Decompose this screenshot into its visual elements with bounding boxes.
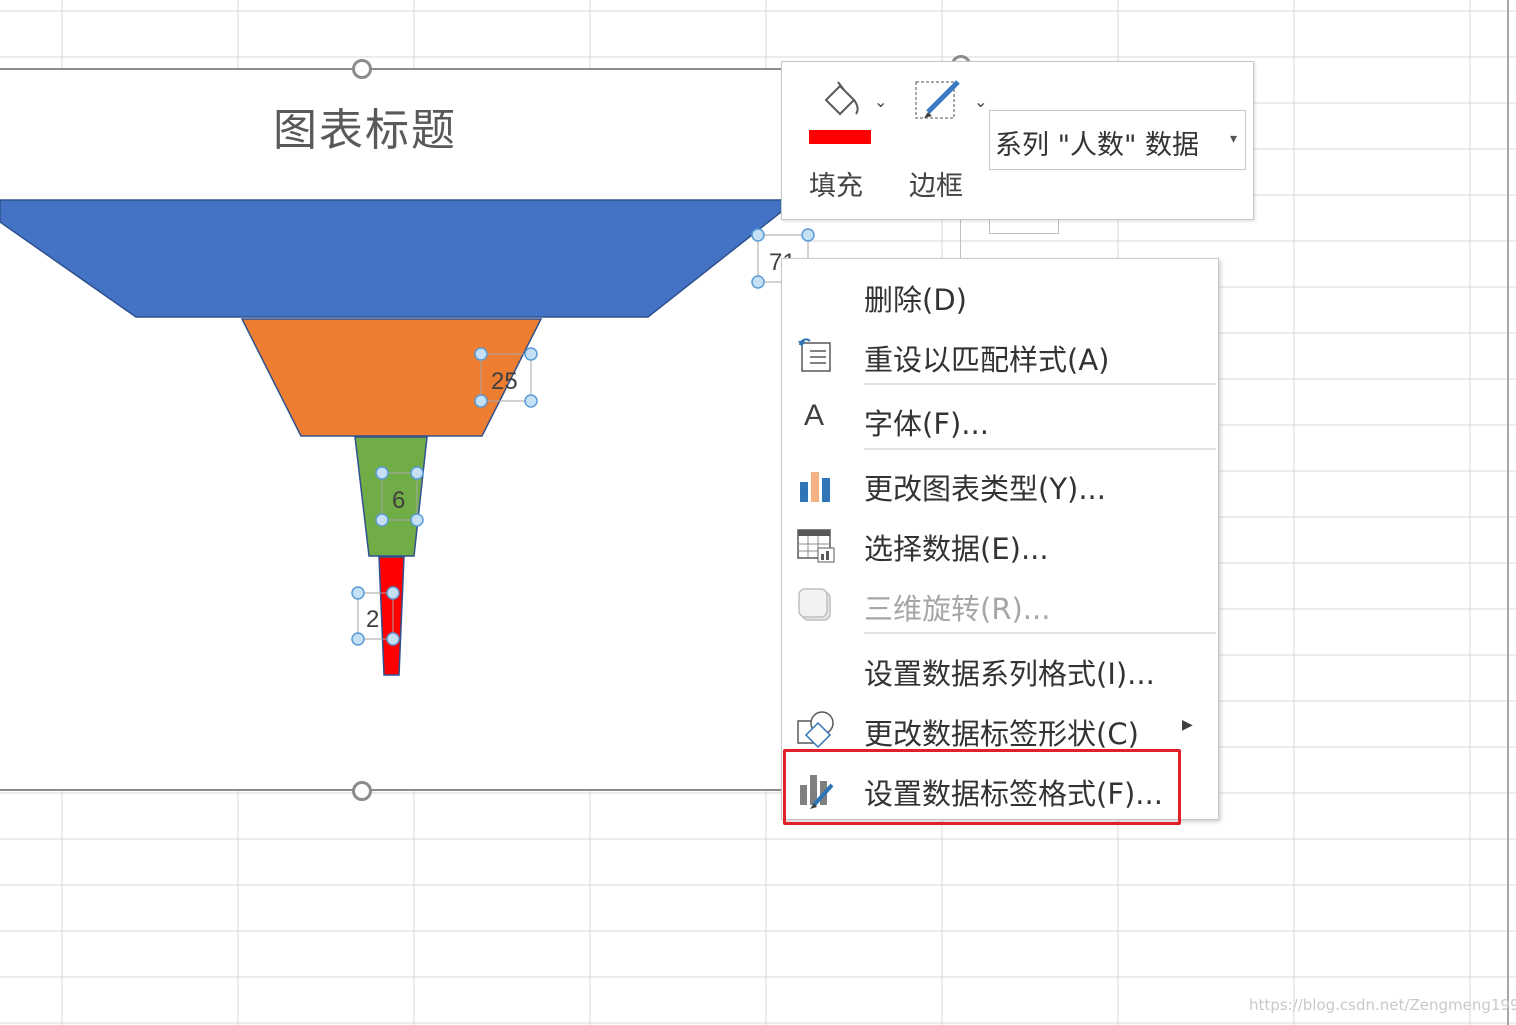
context-menu: 删除(D) 重设以匹配样式(A) A 字体(F)... 更改图表类型(Y)... <box>781 258 1219 820</box>
fill-dropdown-chevron-icon[interactable]: ⌄ <box>874 92 887 111</box>
menu-item-label: 选择数据(E)... <box>864 532 1049 566</box>
submenu-arrow-icon: ▶ <box>1182 717 1193 733</box>
data-label-box-2[interactable]: 25 <box>474 347 538 408</box>
series-selector-value: 系列 "人数" 数据 <box>995 130 1200 161</box>
watermark: https://blog.csdn.net/Zengmeng1998 <box>1249 996 1516 1014</box>
3d-rotation-icon <box>798 588 831 621</box>
data-label-3: 6 <box>392 487 405 514</box>
pen-icon <box>915 80 960 119</box>
data-label-box-4[interactable]: 2 <box>351 586 400 646</box>
paint-bucket-icon <box>824 81 859 116</box>
menu-item-select-data[interactable]: 选择数据(E)... <box>782 514 1218 572</box>
menu-item-format-data-series[interactable]: 设置数据系列格式(I)... <box>782 639 1218 697</box>
menu-item-delete[interactable]: 删除(D) <box>782 265 1218 323</box>
menu-item-label: 重设以匹配样式(A) <box>864 343 1110 377</box>
menu-separator <box>864 383 1216 385</box>
fill-color-swatch <box>809 130 871 144</box>
reset-style-icon <box>798 338 831 372</box>
menu-item-reset-style[interactable]: 重设以匹配样式(A) <box>782 325 1218 383</box>
label-shape-icon <box>797 711 834 749</box>
menu-item-3d-rotation[interactable]: 三维旋转(R)... <box>782 574 1218 632</box>
border-dropdown-chevron-icon[interactable]: ⌄ <box>974 92 987 111</box>
menu-item-label: 字体(F)... <box>864 407 989 441</box>
chart-type-icon <box>800 472 830 502</box>
border-label: 边框 <box>909 171 963 202</box>
format-mini-toolbar: 填充 ⌄ 边框 ⌄ 系列 "人数" 数据 ▾ <box>781 61 1254 220</box>
data-label-4: 2 <box>366 606 379 633</box>
menu-item-label: 三维旋转(R)... <box>864 592 1051 626</box>
menu-item-label: 设置数据系列格式(I)... <box>864 657 1155 691</box>
menu-separator <box>864 448 1216 450</box>
menu-item-label: 删除(D) <box>864 283 967 317</box>
data-label-box-3[interactable]: 6 <box>375 466 424 527</box>
menu-item-change-chart-type[interactable]: 更改图表类型(Y)... <box>782 454 1218 512</box>
font-icon: A <box>804 399 825 432</box>
leader-line <box>960 218 961 258</box>
data-label-2: 25 <box>491 368 518 395</box>
highlight-box <box>783 749 1181 825</box>
fill-label: 填充 <box>809 171 863 202</box>
select-data-icon <box>797 529 835 563</box>
fill-button[interactable]: 填充 <box>804 74 904 204</box>
menu-item-label: 更改数据标签形状(C) <box>864 717 1139 751</box>
dropdown-caret-icon: ▾ <box>1229 131 1237 147</box>
series-selector-dropdown[interactable]: 系列 "人数" 数据 ▾ <box>989 110 1246 170</box>
menu-item-font[interactable]: A 字体(F)... <box>782 389 1218 447</box>
menu-item-label: 更改图表类型(Y)... <box>864 472 1106 506</box>
menu-separator <box>864 632 1216 634</box>
